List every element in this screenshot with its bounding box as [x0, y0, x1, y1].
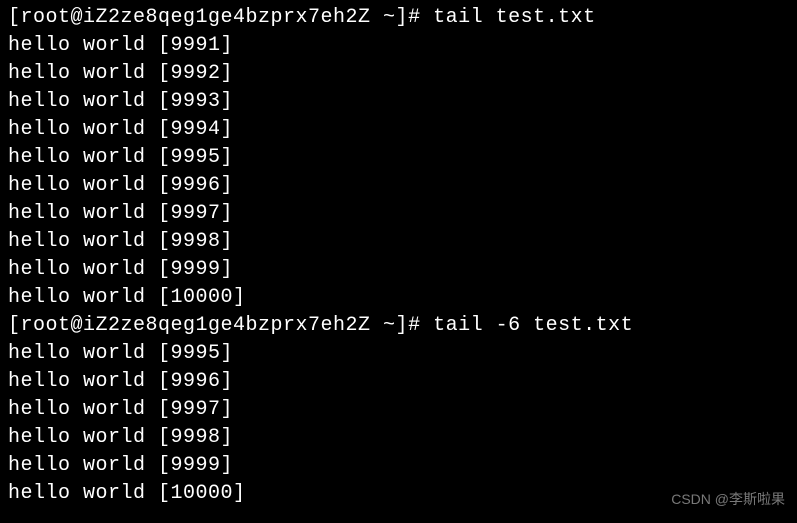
output-line: hello world [9997] [8, 396, 789, 424]
output-line: hello world [9998] [8, 424, 789, 452]
output-line: hello world [9993] [8, 88, 789, 116]
output-line: hello world [10000] [8, 284, 789, 312]
shell-command: tail -6 test.txt [433, 314, 633, 337]
prompt-line-2[interactable]: [root@iZ2ze8qeg1ge4bzprx7eh2Z ~]# tail -… [8, 312, 789, 340]
output-line: hello world [9995] [8, 144, 789, 172]
shell-prompt: [root@iZ2ze8qeg1ge4bzprx7eh2Z ~]# [8, 6, 433, 29]
output-line: hello world [9999] [8, 256, 789, 284]
prompt-line-1[interactable]: [root@iZ2ze8qeg1ge4bzprx7eh2Z ~]# tail t… [8, 4, 789, 32]
output-line: hello world [9997] [8, 200, 789, 228]
output-line: hello world [9991] [8, 32, 789, 60]
output-line: hello world [9995] [8, 340, 789, 368]
output-line: hello world [9994] [8, 116, 789, 144]
shell-prompt: [root@iZ2ze8qeg1ge4bzprx7eh2Z ~]# [8, 314, 433, 337]
watermark-text: CSDN @李斯啦果 [671, 485, 785, 513]
output-line: hello world [9998] [8, 228, 789, 256]
shell-command: tail test.txt [433, 6, 596, 29]
output-line: hello world [9999] [8, 452, 789, 480]
output-line: hello world [9992] [8, 60, 789, 88]
output-line: hello world [9996] [8, 172, 789, 200]
output-line: hello world [9996] [8, 368, 789, 396]
